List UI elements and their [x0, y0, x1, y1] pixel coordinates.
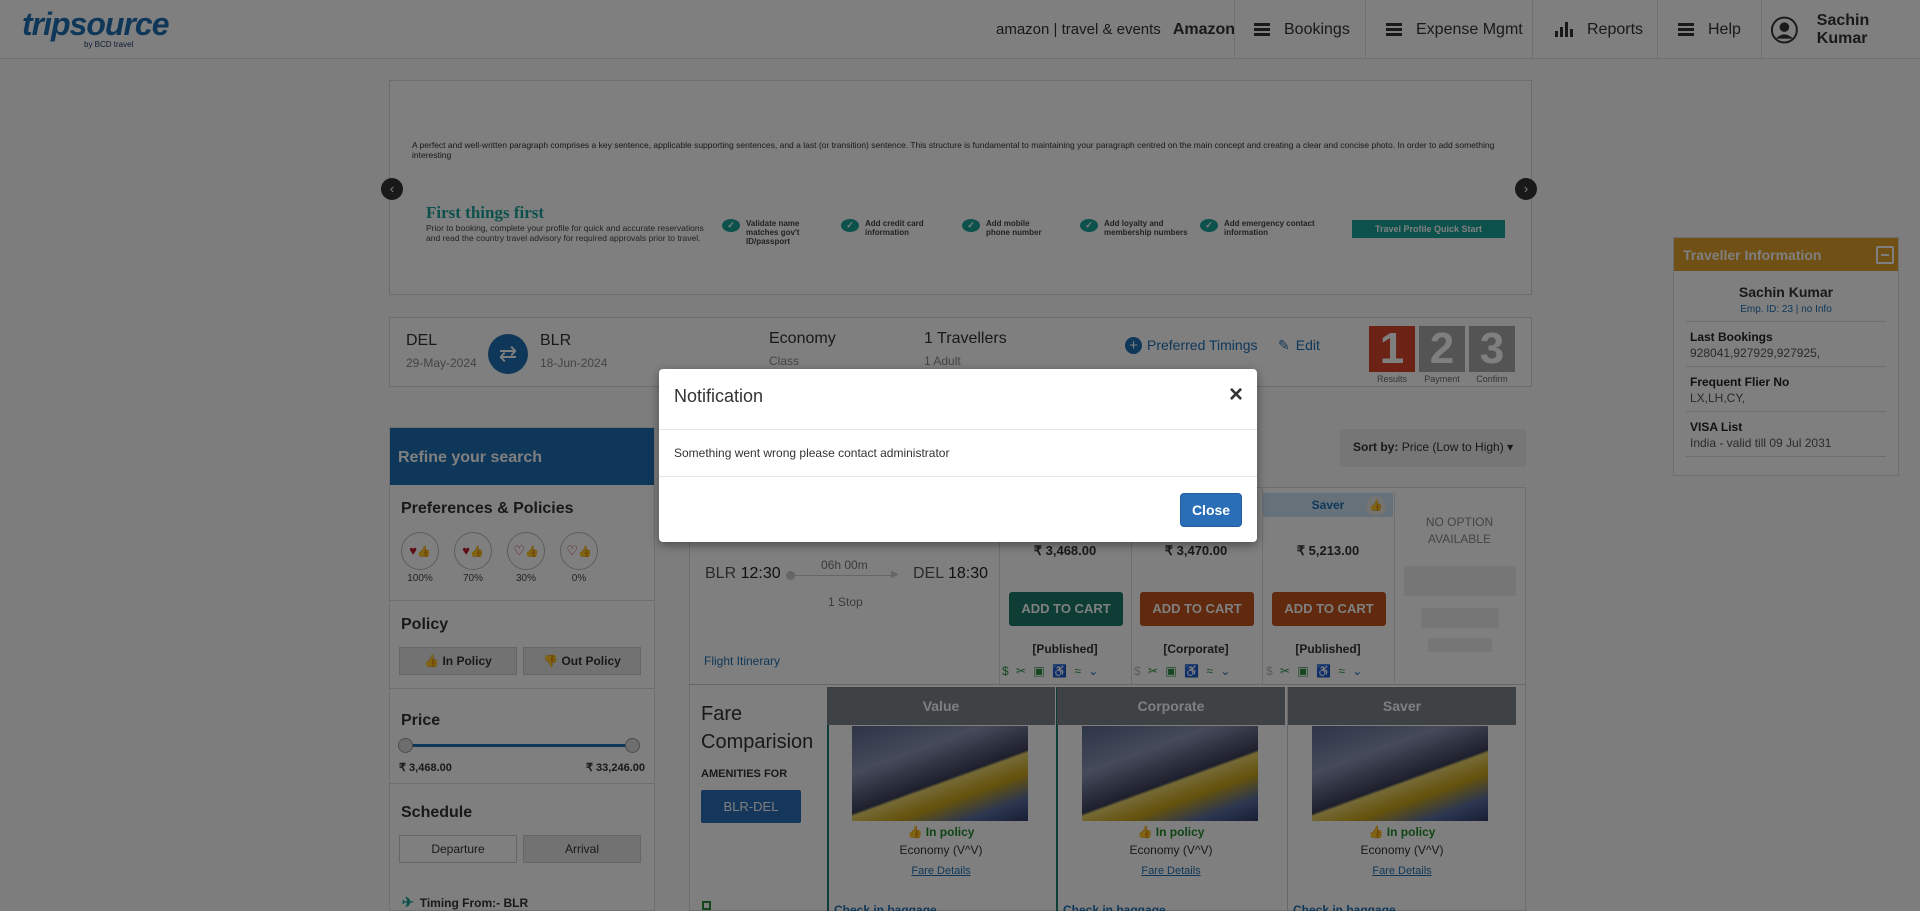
modal-message: Something went wrong please contact admi…: [674, 446, 950, 460]
modal-divider: [659, 429, 1257, 430]
close-icon[interactable]: ×: [1229, 383, 1243, 407]
modal-divider: [659, 476, 1257, 477]
notification-modal: Notification × Something went wrong plea…: [659, 369, 1257, 542]
close-button[interactable]: Close: [1180, 493, 1242, 527]
modal-title: Notification: [674, 386, 764, 406]
